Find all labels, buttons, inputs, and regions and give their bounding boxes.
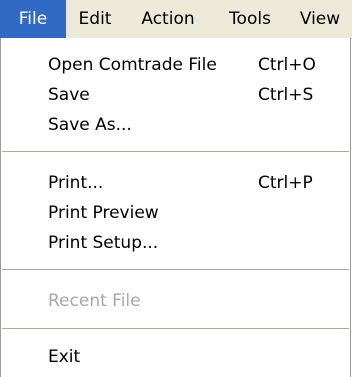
menubar-item-label: File	[18, 9, 48, 29]
menu-item-save-as[interactable]: Save As...	[1, 110, 350, 140]
menu-separator	[2, 328, 349, 330]
menu-item-print[interactable]: Print... Ctrl+P	[1, 168, 350, 198]
menu-item-label: Print Setup...	[48, 233, 159, 253]
menubar-item-action[interactable]: Action	[124, 0, 212, 38]
menubar-item-edit[interactable]: Edit	[66, 0, 124, 38]
menu-item-label: Exit	[48, 347, 81, 367]
menu-item-print-setup[interactable]: Print Setup...	[1, 228, 350, 258]
menu-item-label: Open Comtrade File	[48, 55, 217, 75]
menu-item-print-preview[interactable]: Print Preview	[1, 198, 350, 228]
menu-item-shortcut: Ctrl+O	[258, 55, 316, 75]
menu-item-label: Save	[48, 85, 90, 105]
menu-item-shortcut: Ctrl+S	[258, 85, 314, 105]
menu-item-shortcut: Ctrl+P	[258, 173, 313, 193]
menu-item-recent-file: Recent File	[1, 286, 350, 316]
menu-bar: File Edit Action Tools View	[0, 0, 352, 39]
menu-item-open-comtrade-file[interactable]: Open Comtrade File Ctrl+O	[1, 50, 350, 80]
menu-separator	[2, 151, 349, 153]
menu-item-label: Save As...	[48, 115, 132, 135]
menu-item-exit[interactable]: Exit	[1, 342, 350, 372]
menu-separator	[2, 269, 349, 271]
menu-item-label: Recent File	[48, 291, 141, 311]
file-menu-dropdown: Open Comtrade File Ctrl+O Save Ctrl+S Sa…	[0, 38, 351, 377]
menubar-item-label: Edit	[78, 9, 112, 29]
menubar-item-label: Action	[141, 9, 195, 29]
menubar-item-tools[interactable]: Tools	[212, 0, 288, 38]
menu-item-save[interactable]: Save Ctrl+S	[1, 80, 350, 110]
menubar-item-view[interactable]: View	[288, 0, 352, 38]
menubar-item-file[interactable]: File	[0, 0, 66, 38]
menubar-item-label: View	[299, 9, 341, 29]
menubar-item-label: Tools	[229, 9, 271, 29]
menu-item-label: Print...	[48, 173, 104, 193]
menu-item-label: Print Preview	[48, 203, 159, 223]
